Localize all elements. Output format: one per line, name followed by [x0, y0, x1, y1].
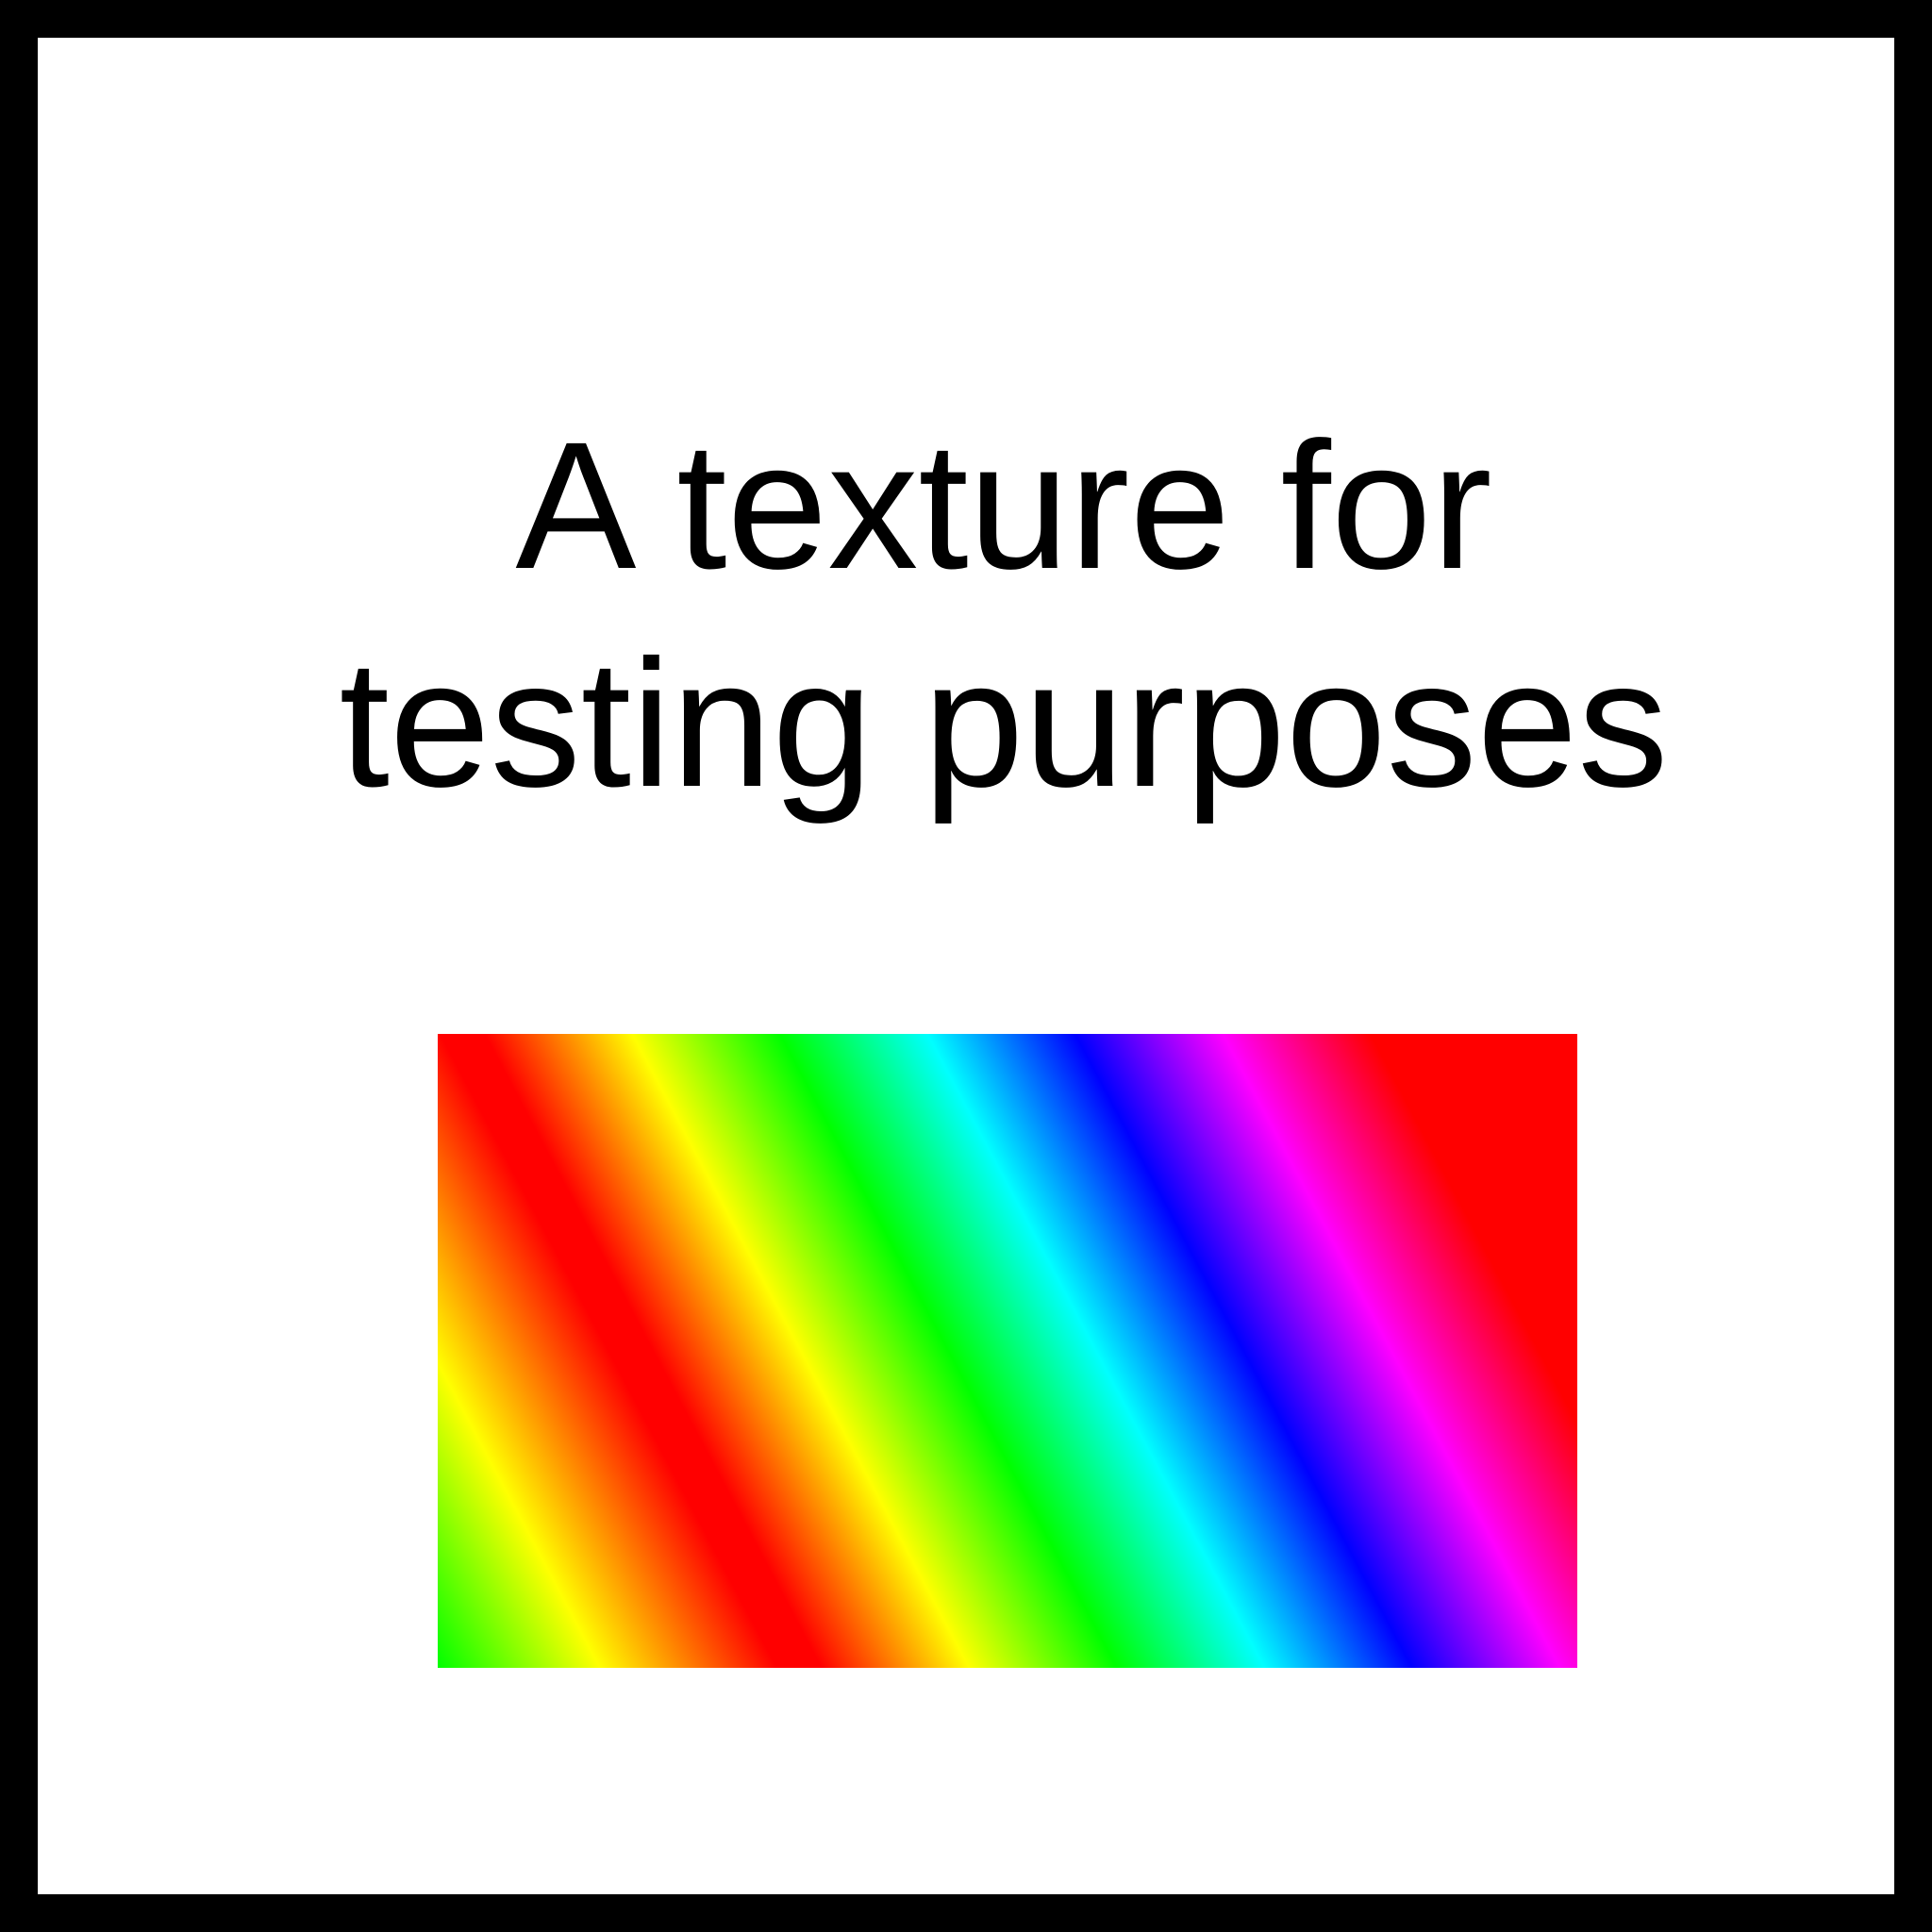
- rainbow-gradient-texture: [438, 1034, 1577, 1668]
- title-line-2: testing purposes: [339, 622, 1669, 824]
- page-frame: A texture for testing purposes: [0, 0, 1932, 1932]
- title-line-1: A texture for: [515, 404, 1492, 607]
- page-title: A texture for testing purposes: [38, 396, 1932, 832]
